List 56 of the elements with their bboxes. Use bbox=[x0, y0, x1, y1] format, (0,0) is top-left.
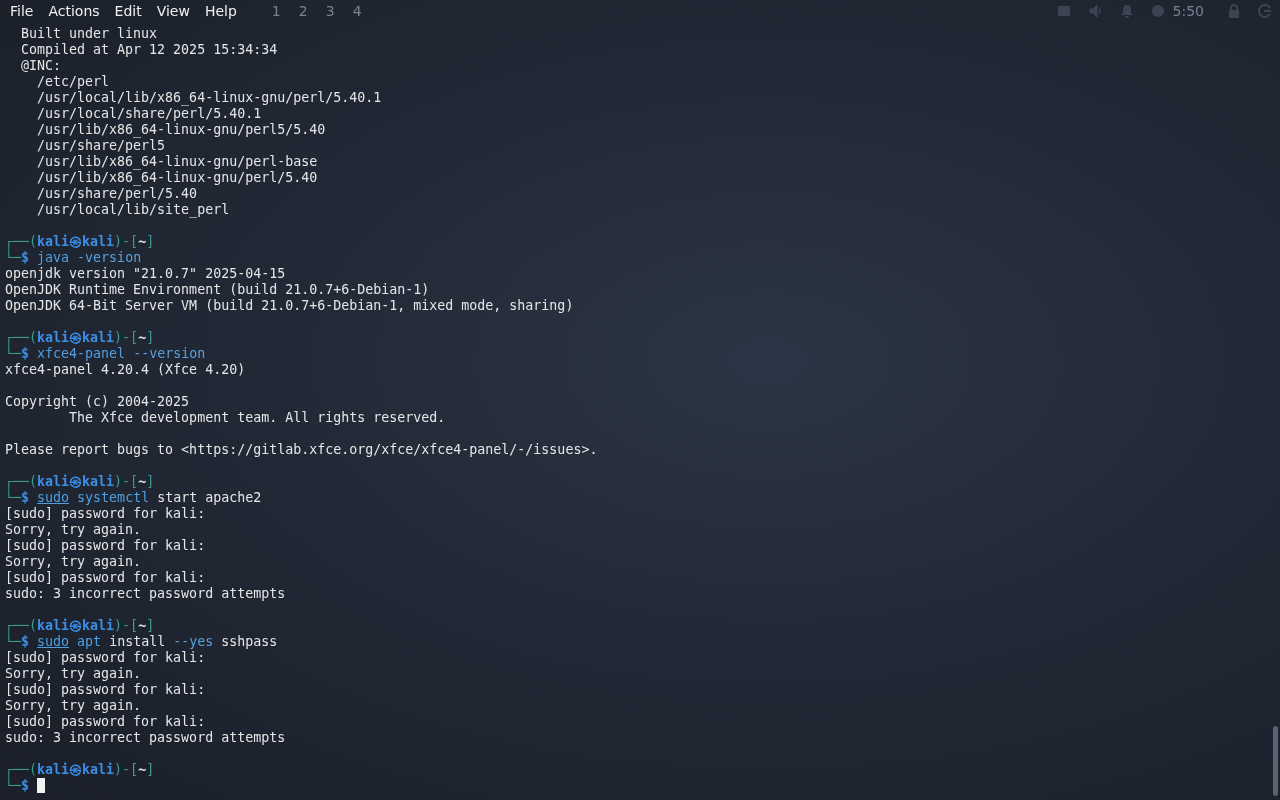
volume-icon[interactable] bbox=[1088, 4, 1103, 18]
terminal-output-line: /usr/share/perl/5.40 bbox=[36, 186, 199, 202]
command-line: └─$ bbox=[5, 778, 1280, 794]
terminal-output-line: [sudo] password for kali: bbox=[5, 650, 207, 666]
terminal-output-line: sudo: 3 incorrect password attempts bbox=[5, 586, 287, 602]
scrollbar-thumb[interactable] bbox=[1273, 726, 1278, 796]
prompt-line: ┌──(kali㉿kali)-[~] bbox=[5, 330, 156, 346]
terminal-output-line: /usr/local/lib/site_perl bbox=[36, 202, 231, 218]
terminal-output-line: /usr/local/lib/x86_64-linux-gnu/perl/5.40.1 bbox=[36, 90, 383, 106]
menu-item[interactable]: Edit bbox=[114, 3, 142, 19]
clock[interactable]: 5:50 bbox=[1172, 3, 1204, 19]
workspace-switcher-item[interactable]: 2 bbox=[298, 3, 308, 19]
workspace-switcher-item[interactable]: 1 bbox=[271, 3, 281, 19]
terminal-output-line: @INC: bbox=[20, 58, 63, 74]
terminal-output-line: Sorry, try again. bbox=[5, 522, 143, 538]
workspace-switcher-item[interactable]: 3 bbox=[325, 3, 335, 19]
menu-item[interactable]: View bbox=[156, 3, 190, 19]
terminal-output-line: [sudo] password for kali: bbox=[5, 506, 207, 522]
terminal-output-line: /etc/perl bbox=[36, 74, 111, 90]
terminal-output-line: xfce4-panel 4.20.4 (Xfce 4.20) bbox=[5, 362, 247, 378]
prompt-line: ┌──(kali㉿kali)-[~] bbox=[5, 474, 156, 490]
terminal-output-line: Compiled at Apr 12 2025 15:34:34 bbox=[20, 42, 279, 58]
terminal-output-line: /usr/lib/x86_64-linux-gnu/perl-base bbox=[36, 154, 319, 170]
terminal-output-line: Please report bugs to <https://gitlab.xfce.org/xfce/xfce4-panel/-/issues>. bbox=[5, 442, 599, 458]
terminal-output-line: [sudo] password for kali: bbox=[5, 538, 207, 554]
command-line: └─$ java -version bbox=[5, 250, 143, 266]
terminal-output-line: /usr/lib/x86_64-linux-gnu/perl5/5.40 bbox=[36, 122, 327, 138]
terminal-output-line: openjdk version "21.0.7" 2025-04-15 bbox=[5, 266, 287, 282]
terminal-output-line: Built under linux bbox=[20, 26, 159, 42]
terminal-output-line: /usr/lib/x86_64-linux-gnu/perl/5.40 bbox=[36, 170, 319, 186]
terminal-output-line: The Xfce development team. All rights reserved. bbox=[68, 410, 447, 426]
terminal-output-line: [sudo] password for kali: bbox=[5, 570, 207, 586]
command-line: └─$ sudo systemctl start apache2 bbox=[5, 490, 263, 506]
prompt-line: ┌──(kali㉿kali)-[~] bbox=[5, 618, 156, 634]
terminal-output-line: /usr/share/perl5 bbox=[36, 138, 167, 154]
terminal-output-line: [sudo] password for kali: bbox=[5, 714, 207, 730]
menu-item[interactable]: Help bbox=[204, 3, 237, 19]
menu-item[interactable]: File bbox=[10, 3, 34, 19]
prompt-line: ┌──(kali㉿kali)-[~] bbox=[5, 234, 156, 250]
workspace-switcher-item[interactable]: 4 bbox=[352, 3, 362, 19]
terminal-output-line: sudo: 3 incorrect password attempts bbox=[5, 730, 287, 746]
command-line: └─$ sudo apt install --yes sshpass bbox=[5, 634, 279, 650]
logout-icon[interactable] bbox=[1258, 4, 1272, 18]
terminal-output-line: OpenJDK Runtime Environment (build 21.0.7+6-Debian-1) bbox=[5, 282, 431, 298]
terminal-output-line: Sorry, try again. bbox=[5, 554, 143, 570]
lock-icon[interactable] bbox=[1228, 4, 1240, 18]
menu-item[interactable]: Actions bbox=[48, 3, 100, 19]
terminal-output-line: /usr/local/share/perl/5.40.1 bbox=[36, 106, 263, 122]
terminal-output-line: Sorry, try again. bbox=[5, 666, 143, 682]
bell-icon[interactable] bbox=[1120, 4, 1133, 18]
terminal-output-line: OpenJDK 64-Bit Server VM (build 21.0.7+6-Debian-1, mixed mode, sharing) bbox=[5, 298, 575, 314]
command-line: └─$ xfce4-panel --version bbox=[5, 346, 207, 362]
prompt-line: ┌──(kali㉿kali)-[~] bbox=[5, 762, 156, 778]
terminal-output-line: Copyright (c) 2004-2025 bbox=[5, 394, 191, 410]
terminal-output-line: [sudo] password for kali: bbox=[5, 682, 207, 698]
terminal-output-line: Sorry, try again. bbox=[5, 698, 143, 714]
